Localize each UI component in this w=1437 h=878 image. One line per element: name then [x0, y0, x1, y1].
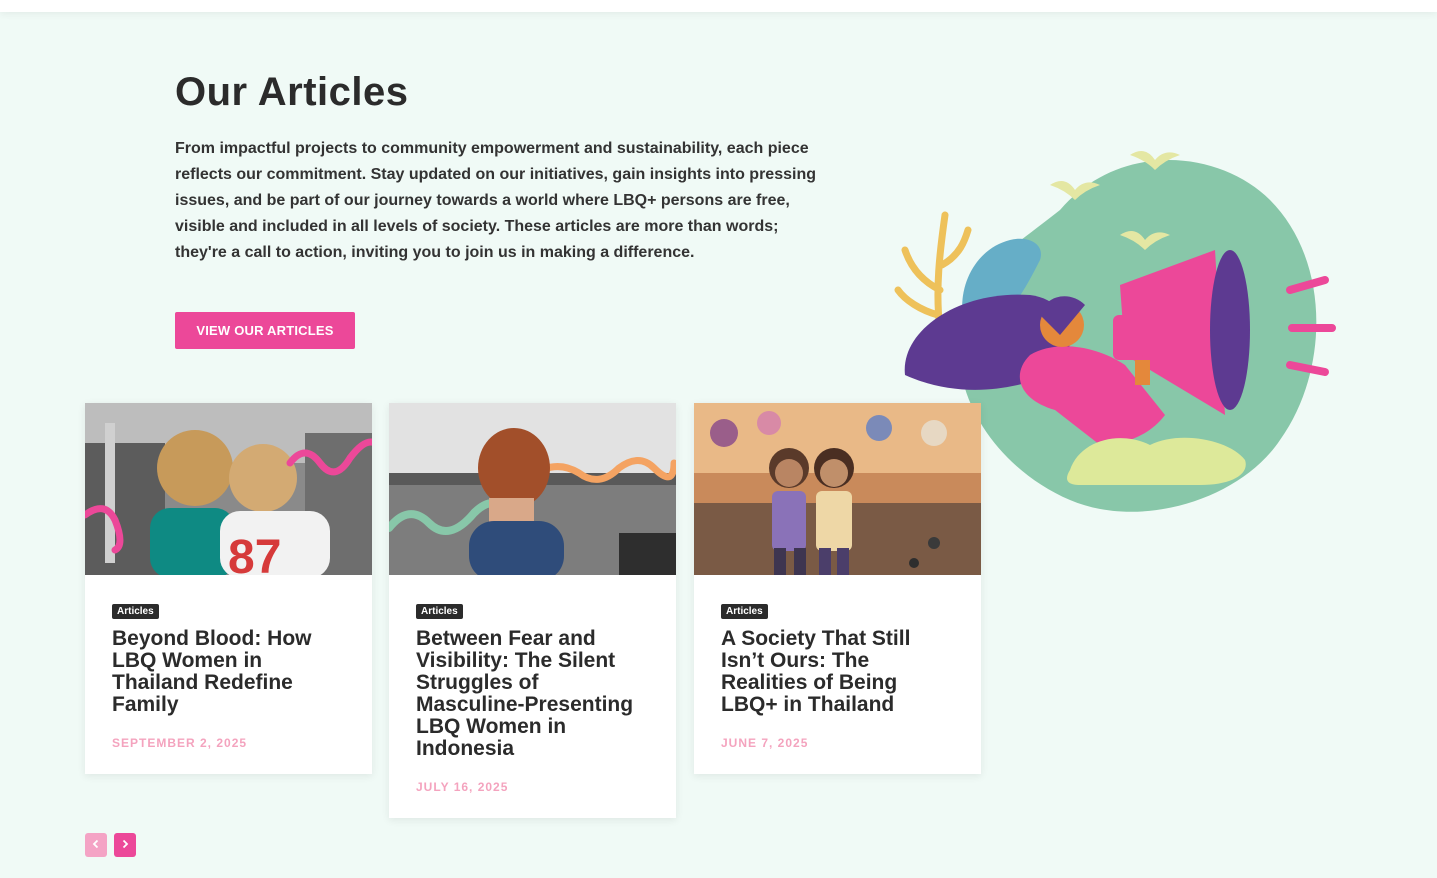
article-date: SEPTEMBER 2, 2025 [112, 736, 248, 750]
article-date: JULY 16, 2025 [416, 780, 509, 794]
article-card[interactable]: Articles Between Fear and Visibility: Th… [389, 403, 676, 818]
view-articles-button[interactable]: VIEW OUR ARTICLES [175, 312, 355, 349]
article-card[interactable]: Articles A Society That Still Isn’t Ours… [694, 403, 981, 774]
article-image [694, 403, 981, 575]
article-title[interactable]: A Society That Still Isn’t Ours: The Rea… [721, 628, 954, 716]
top-bar [0, 0, 1437, 12]
article-date: JUNE 7, 2025 [721, 736, 809, 750]
section-title: Our Articles [175, 70, 409, 114]
article-image: 87 [85, 403, 372, 575]
article-card[interactable]: 87 Articles Beyond Blood: How LBQ Women … [85, 403, 372, 774]
carousel-next-button[interactable] [114, 833, 136, 857]
chevron-right-icon [122, 839, 129, 849]
article-tag[interactable]: Articles [416, 604, 463, 619]
article-image [389, 403, 676, 575]
svg-text:87: 87 [228, 531, 281, 575]
article-title[interactable]: Beyond Blood: How LBQ Women in Thailand … [112, 628, 345, 716]
carousel-prev-button[interactable] [85, 833, 107, 857]
article-tag[interactable]: Articles [721, 604, 768, 619]
article-title[interactable]: Between Fear and Visibility: The Silent … [416, 628, 649, 760]
article-tag[interactable]: Articles [112, 604, 159, 619]
section-intro: From impactful projects to community emp… [175, 140, 816, 261]
chevron-left-icon [92, 839, 99, 849]
